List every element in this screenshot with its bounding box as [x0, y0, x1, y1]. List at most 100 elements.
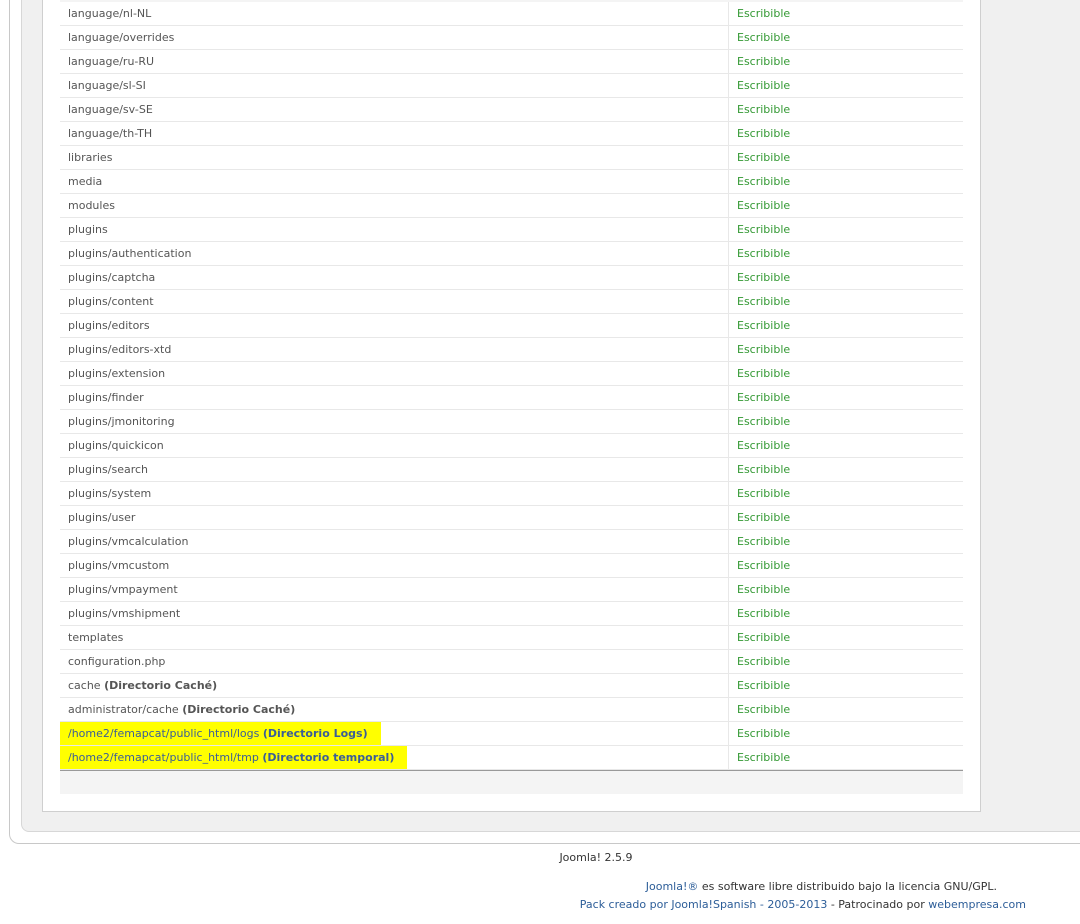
table-row: libraries Escribible	[60, 145, 963, 170]
table-row: /home2/femapcat/public_html/tmp (Directo…	[60, 745, 963, 770]
directory-path-cell: /home2/femapcat/public_html/tmp (Directo…	[60, 745, 729, 770]
directory-label: (Directorio Caché)	[104, 679, 218, 692]
writable-status: Escribible	[728, 313, 963, 338]
table-row: plugins/system Escribible	[60, 481, 963, 506]
writable-status: Escribible	[728, 361, 963, 386]
directory-path-cell: configuration.php	[60, 649, 729, 674]
directory-path-cell: plugins	[60, 217, 729, 242]
table-row: media Escribible	[60, 169, 963, 194]
directory-path: plugins/authentication	[68, 247, 192, 260]
directory-path: plugins/vmpayment	[68, 583, 178, 596]
writable-status: Escribible	[728, 553, 963, 578]
writable-status: Escribible	[728, 337, 963, 362]
directory-path-cell: plugins/vmshipment	[60, 601, 729, 626]
directory-path-cell: plugins/user	[60, 505, 729, 530]
directory-path: /home2/femapcat/public_html/logs	[68, 727, 260, 740]
joomla-link[interactable]: Joomla!®	[646, 880, 699, 893]
directory-path: plugins/finder	[68, 391, 144, 404]
writable-status: Escribible	[728, 385, 963, 410]
directory-path-cell: modules	[60, 193, 729, 218]
license-text: es software libre distribuido bajo la li…	[698, 880, 997, 893]
directory-path-cell: plugins/search	[60, 457, 729, 482]
webempresa-link[interactable]: webempresa.com	[928, 898, 1026, 911]
table-row: cache (Directorio Caché) Escribible	[60, 673, 963, 698]
table-bottom-divider	[60, 770, 963, 771]
directory-path: plugins/quickicon	[68, 439, 164, 452]
directory-path: administrator/cache	[68, 703, 179, 716]
table-row: plugins/vmcalculation Escribible	[60, 529, 963, 554]
directory-rows: language/nl-NL Escribible language/overrid…	[60, 2, 963, 770]
directory-path-cell: plugins/content	[60, 289, 729, 314]
joomla-spanish-link[interactable]: Pack creado por Joomla!Spanish - 2005-20…	[580, 898, 828, 911]
directory-path-cell: plugins/finder	[60, 385, 729, 410]
directory-path: language/sv-SE	[68, 103, 153, 116]
directory-path-cell: templates	[60, 625, 729, 650]
table-row: configuration.php Escribible	[60, 649, 963, 674]
directory-path: language/overrides	[68, 31, 175, 44]
table-row: plugins/editors Escribible	[60, 313, 963, 338]
directory-path: plugins/system	[68, 487, 152, 500]
directory-path: modules	[68, 199, 115, 212]
table-row: /home2/femapcat/public_html/logs (Direct…	[60, 721, 963, 746]
table-row: templates Escribible	[60, 625, 963, 650]
joomla-version: Joomla! 2.5.9	[559, 851, 633, 864]
directory-path-cell: plugins/extension	[60, 361, 729, 386]
writable-status: Escribible	[728, 745, 963, 770]
directory-path-cell: plugins/vmpayment	[60, 577, 729, 602]
directory-path: language/ru-RU	[68, 55, 155, 68]
writable-status: Escribible	[728, 217, 963, 242]
table-row: plugins/editors-xtd Escribible	[60, 337, 963, 362]
table-row: modules Escribible	[60, 193, 963, 218]
highlighted-path: /home2/femapcat/public_html/tmp (Directo…	[60, 746, 408, 769]
directory-path-cell: cache (Directorio Caché)	[60, 673, 729, 698]
table-row: language/sv-SE Escribible	[60, 97, 963, 122]
sponsor-prefix: - Patrocinado por	[827, 898, 929, 911]
table-row: language/overrides Escribible	[60, 25, 963, 50]
writable-status: Escribible	[728, 241, 963, 266]
directory-path: media	[68, 175, 103, 188]
writable-status: Escribible	[728, 433, 963, 458]
writable-status: Escribible	[728, 265, 963, 290]
footer-version: Joomla! 2.5.9	[0, 851, 1080, 864]
directory-path: plugins/vmshipment	[68, 607, 181, 620]
writable-status: Escribible	[728, 457, 963, 482]
directory-path-cell: libraries	[60, 145, 729, 170]
directory-label: (Directorio temporal)	[262, 751, 395, 764]
directory-path: plugins	[68, 223, 108, 236]
directory-path: plugins/captcha	[68, 271, 156, 284]
footer-pack-credits: Pack creado por Joomla!Spanish - 2005-20…	[580, 898, 1026, 911]
directory-path-cell: language/overrides	[60, 25, 729, 50]
writable-status: Escribible	[728, 505, 963, 530]
directory-path: plugins/vmcustom	[68, 559, 170, 572]
table-row: plugins/authentication Escribible	[60, 241, 963, 266]
directory-permissions-table-wrap: language/nl-NL Escribible language/overrid…	[60, 0, 963, 794]
directory-path-cell: plugins/quickicon	[60, 433, 729, 458]
directory-path: plugins/vmcalculation	[68, 535, 189, 548]
table-row: plugins/vmshipment Escribible	[60, 601, 963, 626]
directory-path: configuration.php	[68, 655, 166, 668]
table-row: plugins/vmcustom Escribible	[60, 553, 963, 578]
directory-path: language/sl-SI	[68, 79, 146, 92]
table-row: administrator/cache (Directorio Caché) Es…	[60, 697, 963, 722]
table-row: plugins/finder Escribible	[60, 385, 963, 410]
table-row: language/ru-RU Escribible	[60, 49, 963, 74]
directory-path-cell: plugins/system	[60, 481, 729, 506]
writable-status: Escribible	[728, 673, 963, 698]
writable-status: Escribible	[728, 289, 963, 314]
writable-status: Escribible	[728, 649, 963, 674]
directory-path: libraries	[68, 151, 113, 164]
directory-path: language/nl-NL	[68, 7, 152, 20]
directory-label: (Directorio Caché)	[182, 703, 296, 716]
directory-path: language/th-TH	[68, 127, 153, 140]
writable-status: Escribible	[728, 577, 963, 602]
directory-path-cell: plugins/vmcalculation	[60, 529, 729, 554]
writable-status: Escribible	[728, 697, 963, 722]
directory-path: plugins/search	[68, 463, 148, 476]
directory-path-cell: /home2/femapcat/public_html/logs (Direct…	[60, 721, 729, 746]
writable-status: Escribible	[728, 481, 963, 506]
directory-path-cell: plugins/captcha	[60, 265, 729, 290]
directory-path: templates	[68, 631, 124, 644]
writable-status: Escribible	[728, 121, 963, 146]
table-row: plugins/jmonitoring Escribible	[60, 409, 963, 434]
directory-path-cell: plugins/jmonitoring	[60, 409, 729, 434]
